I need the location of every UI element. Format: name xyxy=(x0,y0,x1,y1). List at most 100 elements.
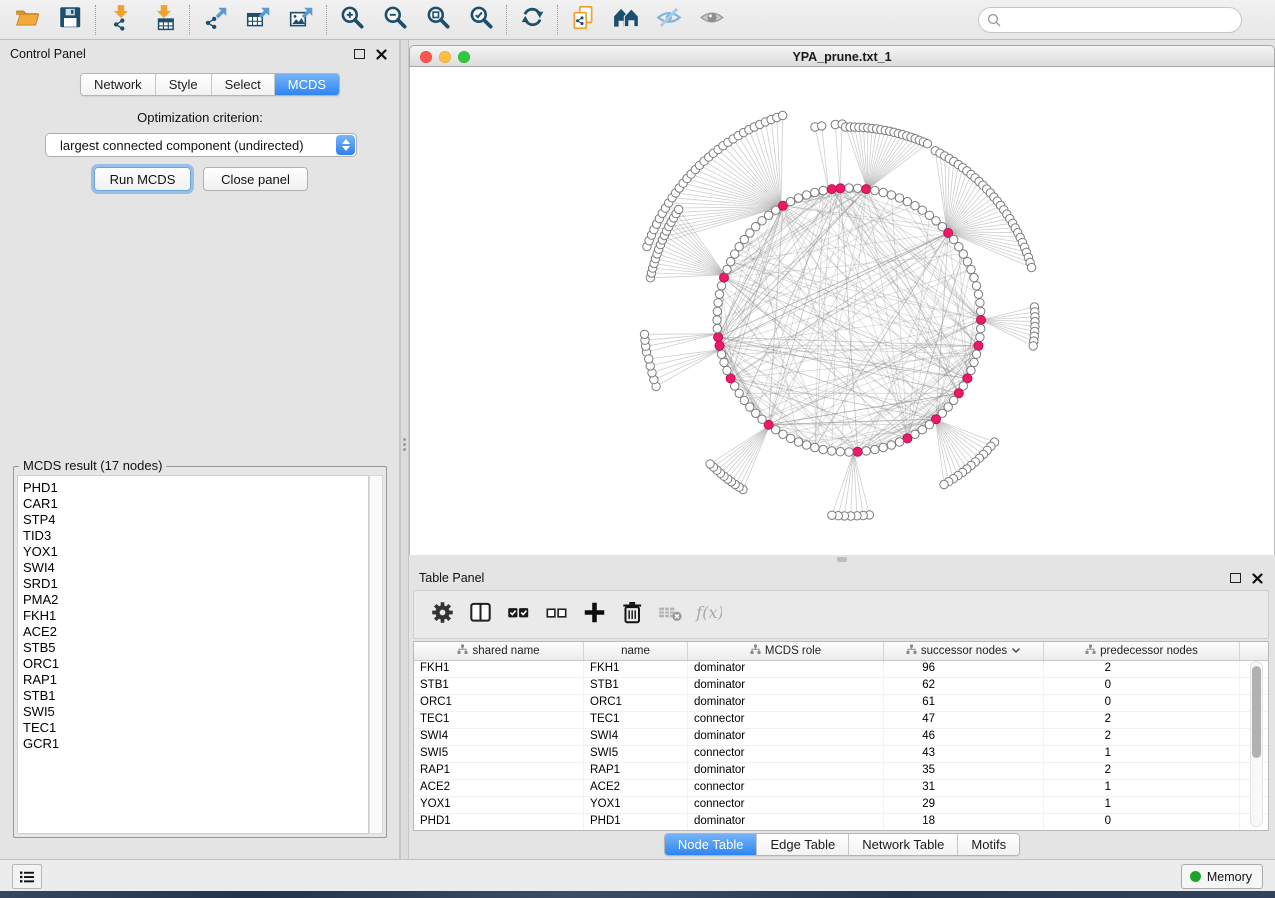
network-window-titlebar[interactable]: YPA_prune.txt_1 xyxy=(409,45,1275,67)
graph-node[interactable] xyxy=(963,257,971,265)
criterion-dropdown[interactable]: largest connected component (undirected) xyxy=(45,133,357,157)
graph-node[interactable] xyxy=(802,191,810,199)
tab-node-table[interactable]: Node Table xyxy=(665,834,758,855)
select-all-button[interactable] xyxy=(502,599,534,631)
graph-node[interactable] xyxy=(862,447,870,455)
graph-node[interactable] xyxy=(1029,342,1037,350)
zoom-selected-button[interactable] xyxy=(460,3,503,37)
table-scrollbar-thumb[interactable] xyxy=(1252,666,1261,758)
graph-node[interactable] xyxy=(713,307,721,315)
export-network-button[interactable] xyxy=(194,3,237,37)
graph-hub-node[interactable] xyxy=(714,333,723,342)
graph-hub-node[interactable] xyxy=(977,316,986,325)
graph-node[interactable] xyxy=(706,460,714,468)
graph-node[interactable] xyxy=(871,445,879,453)
export-image-button[interactable] xyxy=(280,3,323,37)
graph-hub-node[interactable] xyxy=(903,434,912,443)
graph-node[interactable] xyxy=(811,188,819,196)
graph-hub-node[interactable] xyxy=(720,273,729,282)
graph-hub-node[interactable] xyxy=(726,374,735,383)
column-header-name[interactable]: name xyxy=(584,642,688,660)
tab-motifs[interactable]: Motifs xyxy=(958,834,1019,855)
table-row[interactable]: ORC1ORC1dominator610 xyxy=(414,695,1268,712)
hide-selected-button[interactable] xyxy=(648,3,691,37)
mcds-result-item[interactable]: STB1 xyxy=(18,688,368,704)
float-table-panel-button[interactable] xyxy=(1227,570,1243,586)
close-table-panel-button[interactable] xyxy=(1249,570,1265,586)
table-row[interactable]: STB1STB1dominator620 xyxy=(414,678,1268,695)
mcds-result-item[interactable]: ORC1 xyxy=(18,656,368,672)
tab-edge-table[interactable]: Edge Table xyxy=(757,834,849,855)
table-scrollbar[interactable] xyxy=(1250,661,1263,827)
delete-button[interactable] xyxy=(616,599,648,631)
graph-node[interactable] xyxy=(786,434,794,442)
memory-button[interactable]: Memory xyxy=(1181,864,1263,889)
network-graph[interactable] xyxy=(410,67,1275,555)
graph-node[interactable] xyxy=(895,438,903,446)
graph-node[interactable] xyxy=(786,197,794,205)
graph-node[interactable] xyxy=(640,330,648,338)
run-mcds-button[interactable]: Run MCDS xyxy=(94,167,191,191)
graph-node[interactable] xyxy=(828,447,836,455)
mcds-result-item[interactable]: TID3 xyxy=(18,528,368,544)
mcds-result-item[interactable]: GCR1 xyxy=(18,736,368,752)
graph-node[interactable] xyxy=(811,443,819,451)
graph-node[interactable] xyxy=(645,355,653,363)
zoom-fit-button[interactable] xyxy=(417,3,460,37)
graph-hub-node[interactable] xyxy=(715,341,724,350)
graph-node[interactable] xyxy=(715,290,723,298)
graph-node[interactable] xyxy=(853,184,861,192)
column-header-predecessor-nodes[interactable]: predecessor nodes xyxy=(1044,642,1240,660)
graph-node[interactable] xyxy=(871,186,879,194)
zoom-in-button[interactable] xyxy=(331,3,374,37)
graph-node[interactable] xyxy=(967,366,975,374)
graph-node[interactable] xyxy=(923,140,931,148)
horizontal-splitter[interactable] xyxy=(409,555,1275,564)
graph-hub-node[interactable] xyxy=(862,185,871,194)
mcds-result-item[interactable]: YOX1 xyxy=(18,544,368,560)
add-button[interactable] xyxy=(578,599,610,631)
graph-node[interactable] xyxy=(967,265,975,273)
mcds-result-item[interactable]: FKH1 xyxy=(18,608,368,624)
open-file-button[interactable] xyxy=(6,3,49,37)
vertical-splitter[interactable] xyxy=(400,40,409,859)
mcds-result-item[interactable]: STP4 xyxy=(18,512,368,528)
graph-node[interactable] xyxy=(675,205,683,213)
mcds-result-item[interactable]: CAR1 xyxy=(18,496,368,512)
first-neighbors-button[interactable] xyxy=(605,3,648,37)
tab-mcds[interactable]: MCDS xyxy=(275,74,339,95)
mcds-result-item[interactable]: SWI5 xyxy=(18,704,368,720)
graph-node[interactable] xyxy=(887,441,895,449)
mcds-result-item[interactable]: PHD1 xyxy=(18,480,368,496)
close-panel-action-button[interactable]: Close panel xyxy=(203,167,308,191)
mcds-result-item[interactable]: PMA2 xyxy=(18,592,368,608)
graph-node[interactable] xyxy=(879,443,887,451)
graph-node[interactable] xyxy=(794,438,802,446)
graph-node[interactable] xyxy=(713,324,721,332)
settings-button[interactable] xyxy=(426,599,458,631)
table-row[interactable]: RAP1RAP1dominator352 xyxy=(414,763,1268,780)
tab-style[interactable]: Style xyxy=(156,74,212,95)
export-table-button[interactable] xyxy=(237,3,280,37)
graph-node[interactable] xyxy=(940,480,948,488)
search-box[interactable] xyxy=(978,7,1242,33)
search-input[interactable] xyxy=(1001,12,1233,28)
tab-network[interactable]: Network xyxy=(81,74,156,95)
graph-node[interactable] xyxy=(819,186,827,194)
close-panel-button[interactable] xyxy=(373,46,389,62)
graph-node[interactable] xyxy=(887,191,895,199)
graph-hub-node[interactable] xyxy=(974,341,983,350)
mcds-list-scrollbar[interactable] xyxy=(369,475,383,834)
graph-node[interactable] xyxy=(818,122,826,130)
graph-node[interactable] xyxy=(903,197,911,205)
refresh-button[interactable] xyxy=(511,3,554,37)
deselect-all-button[interactable] xyxy=(540,599,572,631)
graph-node[interactable] xyxy=(717,350,725,358)
column-header-MCDS-role[interactable]: MCDS role xyxy=(688,642,884,660)
graph-node[interactable] xyxy=(713,316,721,324)
graph-node[interactable] xyxy=(1027,263,1035,271)
graph-node[interactable] xyxy=(972,282,980,290)
graph-node[interactable] xyxy=(972,350,980,358)
graph-node[interactable] xyxy=(977,324,985,332)
graph-node[interactable] xyxy=(778,111,786,119)
